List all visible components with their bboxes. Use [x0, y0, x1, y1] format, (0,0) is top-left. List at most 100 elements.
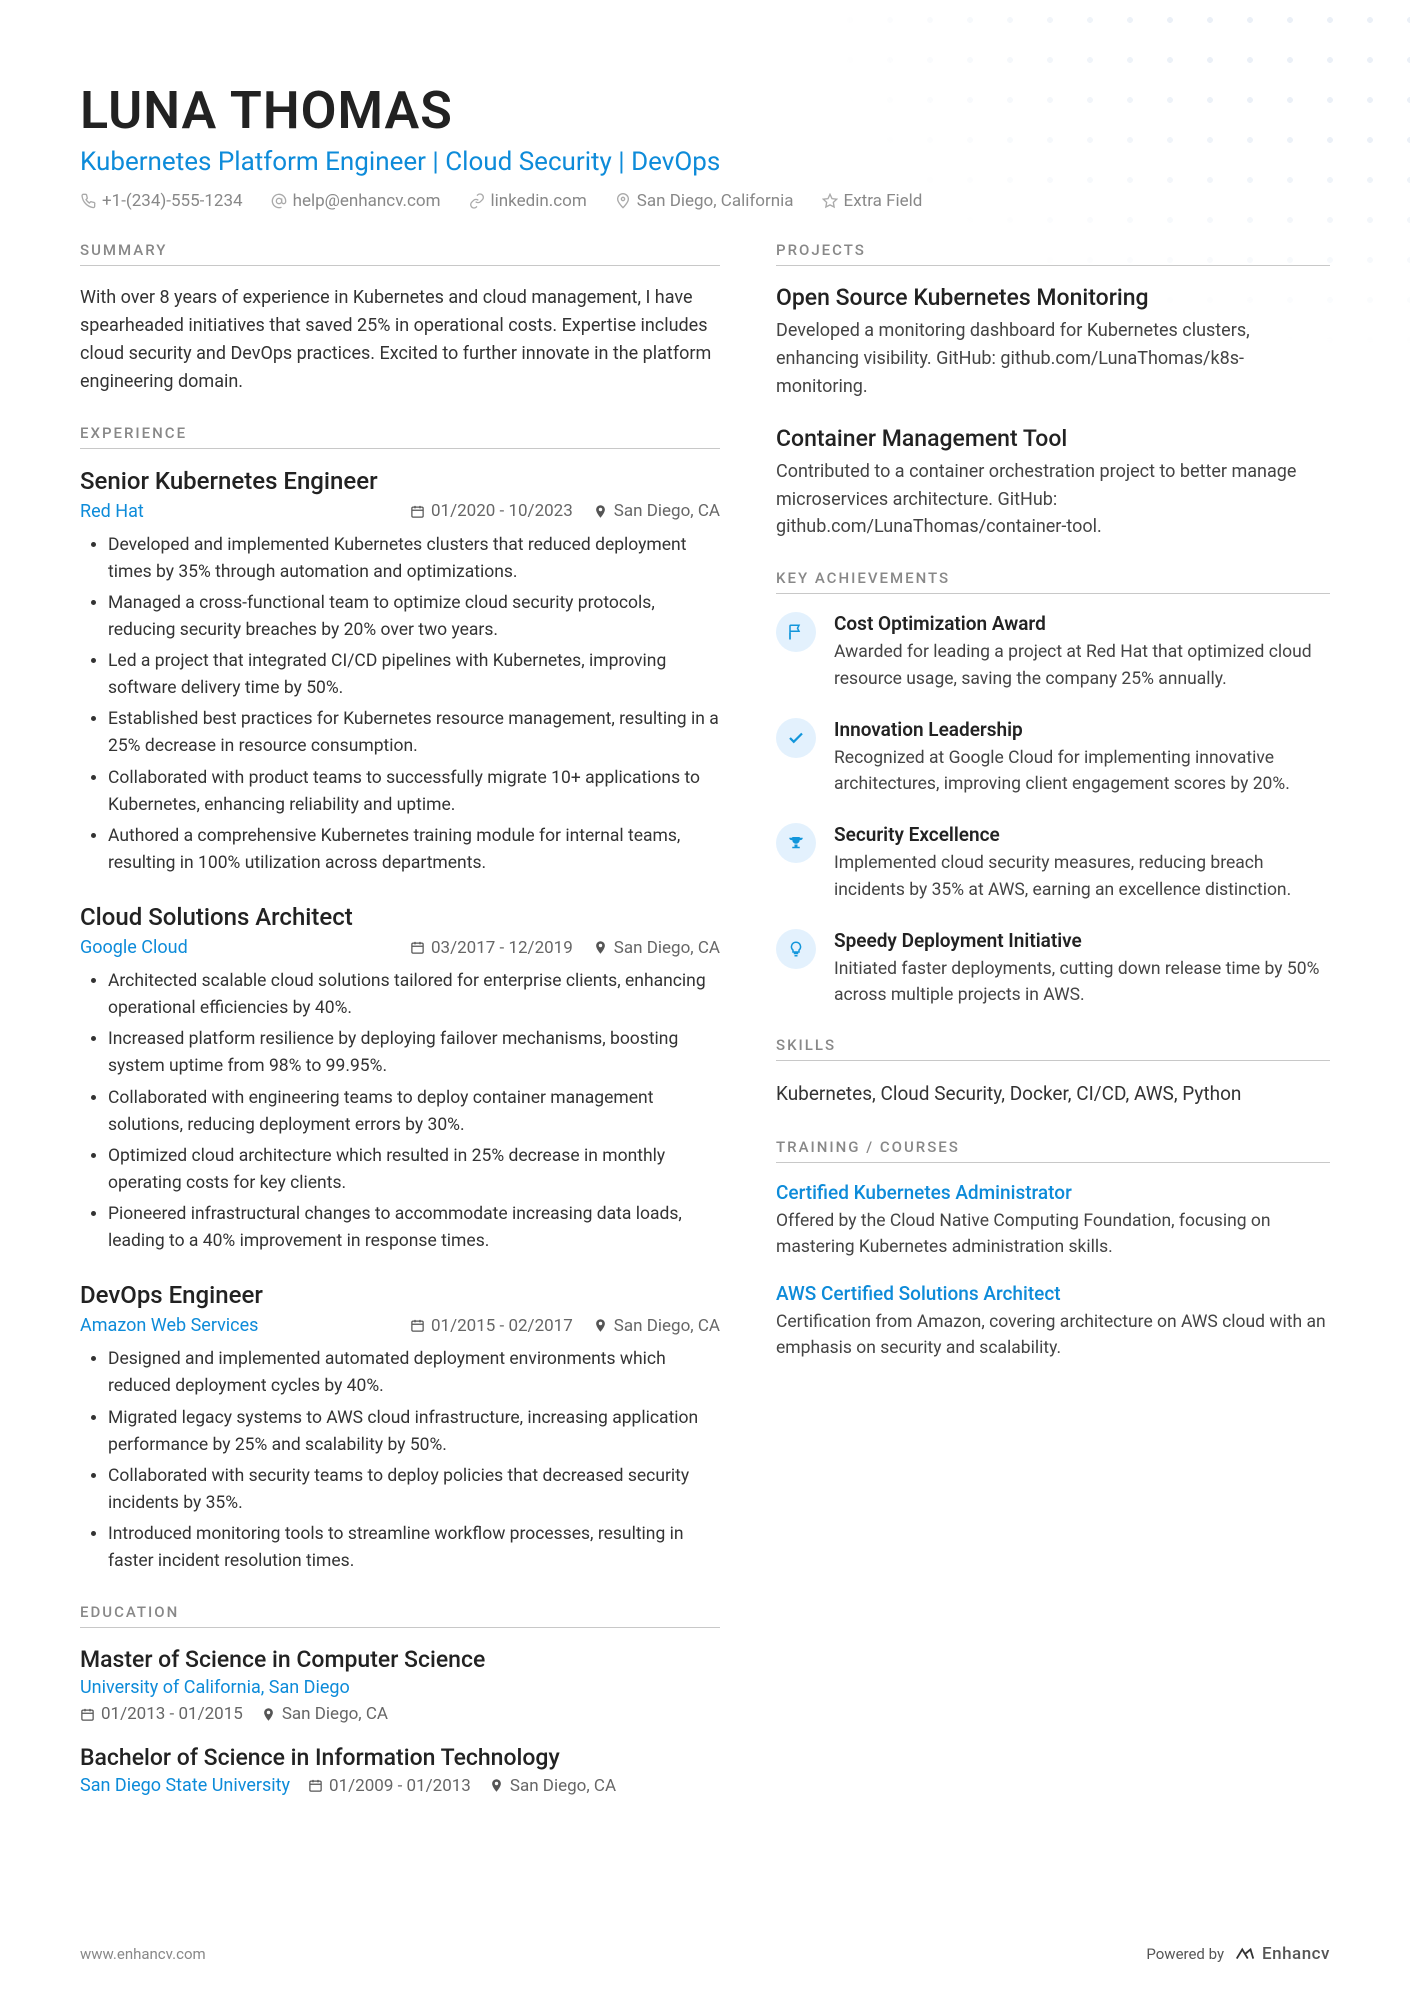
- courses-list: Certified Kubernetes Administrator Offer…: [776, 1181, 1330, 1362]
- job-dates: 01/2020 - 10/2023: [410, 501, 573, 521]
- achievement-desc: Initiated faster deployments, cutting do…: [834, 956, 1330, 1009]
- achievement-item: Cost Optimization Award Awarded for lead…: [776, 612, 1330, 692]
- job-bullets: Developed and implemented Kubernetes clu…: [80, 532, 720, 878]
- experience-heading: EXPERIENCE: [80, 424, 720, 449]
- contact-email-text: help@enhancv.com: [293, 191, 441, 211]
- achievement-desc: Awarded for leading a project at Red Hat…: [834, 639, 1330, 692]
- job-company[interactable]: Amazon Web Services: [80, 1315, 258, 1336]
- page-footer: www.enhancv.com Powered by Enhancv: [80, 1943, 1330, 1965]
- phone-icon: [80, 193, 96, 209]
- course-desc: Certification from Amazon, covering arch…: [776, 1309, 1330, 1362]
- edu-school[interactable]: San Diego State University: [80, 1775, 290, 1796]
- project-desc: Developed a monitoring dashboard for Kub…: [776, 317, 1330, 401]
- edu-meta-row: San Diego State University 01/2009 - 01/…: [80, 1775, 720, 1796]
- course-item: AWS Certified Solutions Architect Certif…: [776, 1282, 1330, 1362]
- course-item: Certified Kubernetes Administrator Offer…: [776, 1181, 1330, 1261]
- experience-bullet: Architected scalable cloud solutions tai…: [108, 968, 720, 1022]
- job-meta-row: Google Cloud 03/2017 - 12/2019 San Diego…: [80, 937, 720, 958]
- experience-bullet: Collaborated with engineering teams to d…: [108, 1085, 720, 1139]
- calendar-icon: [410, 940, 425, 955]
- contact-phone: +1-(234)-555-1234: [80, 191, 243, 211]
- edu-degree: Bachelor of Science in Information Techn…: [80, 1744, 720, 1771]
- resume-page: LUNA THOMAS Kubernetes Platform Engineer…: [0, 0, 1410, 1995]
- job-title: Cloud Solutions Architect: [80, 903, 720, 931]
- education-list: Master of Science in Computer Science Un…: [80, 1646, 720, 1796]
- star-icon: [822, 193, 838, 209]
- powered-by: Powered by Enhancv: [1146, 1943, 1330, 1965]
- right-column: PROJECTS Open Source Kubernetes Monitori…: [776, 241, 1330, 1816]
- calendar-icon: [308, 1778, 323, 1793]
- course-desc: Offered by the Cloud Native Computing Fo…: [776, 1208, 1330, 1261]
- experience-bullet: Collaborated with security teams to depl…: [108, 1463, 720, 1517]
- experience-bullet: Established best practices for Kubernete…: [108, 706, 720, 760]
- job-location: San Diego, CA: [593, 1316, 720, 1336]
- calendar-icon: [410, 504, 425, 519]
- project-title: Open Source Kubernetes Monitoring: [776, 284, 1330, 311]
- education-item: Master of Science in Computer Science Un…: [80, 1646, 720, 1724]
- achievement-desc: Recognized at Google Cloud for implement…: [834, 745, 1330, 798]
- experience-bullet: Introduced monitoring tools to streamlin…: [108, 1521, 720, 1575]
- course-title[interactable]: Certified Kubernetes Administrator: [776, 1181, 1330, 1204]
- projects-list: Open Source Kubernetes Monitoring Develo…: [776, 284, 1330, 541]
- contact-extra-text: Extra Field: [844, 191, 923, 211]
- location-pin-icon: [489, 1778, 504, 1793]
- education-heading: EDUCATION: [80, 1603, 720, 1628]
- enhancv-brand-text: Enhancv: [1262, 1944, 1330, 1964]
- location-pin-icon: [593, 940, 608, 955]
- experience-bullet: Developed and implemented Kubernetes clu…: [108, 532, 720, 586]
- achievements-list: Cost Optimization Award Awarded for lead…: [776, 612, 1330, 1008]
- job-title: Senior Kubernetes Engineer: [80, 467, 720, 495]
- experience-bullet: Authored a comprehensive Kubernetes trai…: [108, 823, 720, 877]
- achievement-item: Speedy Deployment Initiative Initiated f…: [776, 929, 1330, 1009]
- job-company[interactable]: Google Cloud: [80, 937, 188, 958]
- skills-text: Kubernetes, Cloud Security, Docker, CI/C…: [776, 1079, 1330, 1109]
- experience-bullet: Managed a cross-functional team to optim…: [108, 590, 720, 644]
- calendar-icon: [410, 1318, 425, 1333]
- job-location: San Diego, CA: [593, 501, 720, 521]
- edu-dates: 01/2013 - 01/2015: [80, 1704, 243, 1724]
- left-column: SUMMARY With over 8 years of experience …: [80, 241, 720, 1816]
- job-bullets: Architected scalable cloud solutions tai…: [80, 968, 720, 1255]
- experience-item: Cloud Solutions Architect Google Cloud 0…: [80, 903, 720, 1255]
- job-meta-row: Red Hat 01/2020 - 10/2023 San Diego, CA: [80, 501, 720, 522]
- at-icon: [271, 193, 287, 209]
- education-item: Bachelor of Science in Information Techn…: [80, 1744, 720, 1796]
- person-name: LUNA THOMAS: [80, 80, 1330, 141]
- course-title[interactable]: AWS Certified Solutions Architect: [776, 1282, 1330, 1305]
- achievement-desc: Implemented cloud security measures, red…: [834, 850, 1330, 903]
- achievement-item: Innovation Leadership Recognized at Goog…: [776, 718, 1330, 798]
- job-company[interactable]: Red Hat: [80, 501, 144, 522]
- training-heading: TRAINING / COURSES: [776, 1138, 1330, 1163]
- experience-bullet: Optimized cloud architecture which resul…: [108, 1143, 720, 1197]
- skills-heading: SKILLS: [776, 1036, 1330, 1061]
- trophy-icon: [776, 823, 816, 863]
- location-icon: [615, 193, 631, 209]
- calendar-icon: [80, 1707, 95, 1722]
- enhancv-mark-icon: [1234, 1943, 1256, 1965]
- contact-phone-text: +1-(234)-555-1234: [102, 191, 243, 211]
- experience-bullet: Migrated legacy systems to AWS cloud inf…: [108, 1405, 720, 1459]
- job-dates: 03/2017 - 12/2019: [410, 938, 573, 958]
- achievement-body: Security Excellence Implemented cloud se…: [834, 823, 1330, 903]
- achievement-item: Security Excellence Implemented cloud se…: [776, 823, 1330, 903]
- experience-list: Senior Kubernetes Engineer Red Hat 01/20…: [80, 467, 720, 1576]
- link-icon: [469, 193, 485, 209]
- edu-dates: 01/2009 - 01/2013: [308, 1776, 471, 1796]
- experience-bullet: Collaborated with product teams to succe…: [108, 765, 720, 819]
- achievement-body: Speedy Deployment Initiative Initiated f…: [834, 929, 1330, 1009]
- achievement-title: Speedy Deployment Initiative: [834, 929, 1330, 952]
- experience-bullet: Led a project that integrated CI/CD pipe…: [108, 648, 720, 702]
- location-pin-icon: [261, 1707, 276, 1722]
- summary-heading: SUMMARY: [80, 241, 720, 266]
- achievement-body: Cost Optimization Award Awarded for lead…: [834, 612, 1330, 692]
- achievement-title: Innovation Leadership: [834, 718, 1330, 741]
- experience-item: DevOps Engineer Amazon Web Services 01/2…: [80, 1281, 720, 1575]
- check-icon: [776, 718, 816, 758]
- edu-school[interactable]: University of California, San Diego: [80, 1677, 720, 1698]
- achievement-title: Security Excellence: [834, 823, 1330, 846]
- experience-bullet: Pioneered infrastructural changes to acc…: [108, 1201, 720, 1255]
- edu-location: San Diego, CA: [261, 1704, 388, 1724]
- achievement-body: Innovation Leadership Recognized at Goog…: [834, 718, 1330, 798]
- experience-bullet: Increased platform resilience by deployi…: [108, 1026, 720, 1080]
- contact-email: help@enhancv.com: [271, 191, 441, 211]
